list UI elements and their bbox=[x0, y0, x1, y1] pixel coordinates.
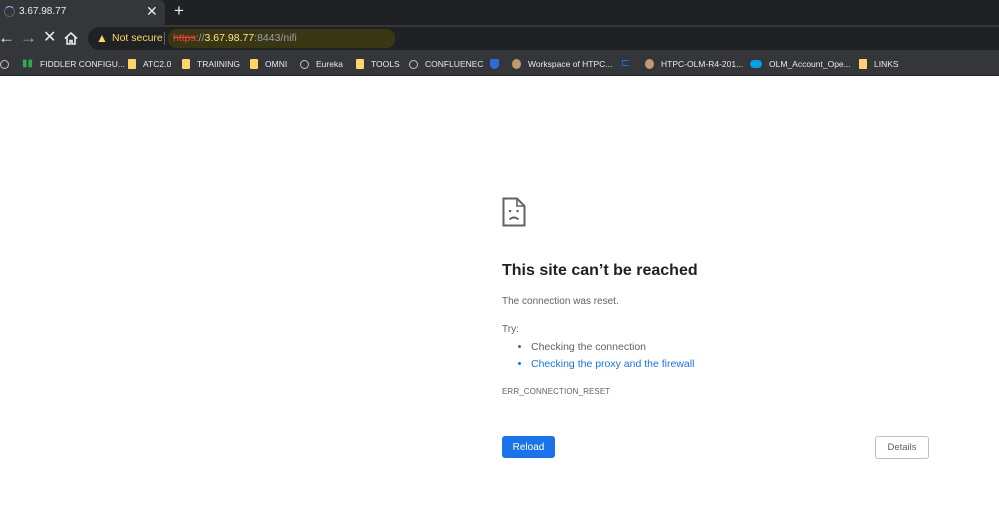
warning-icon[interactable]: ▲ bbox=[96, 30, 108, 46]
bookmark-label: CONFLUENEC bbox=[425, 59, 484, 69]
bookmark-label: Eureka bbox=[316, 59, 343, 69]
globe-icon bbox=[409, 59, 418, 69]
omnibox-divider bbox=[164, 32, 165, 45]
folder-icon bbox=[250, 59, 258, 69]
bookmark-item[interactable]: TOOLS bbox=[356, 57, 400, 71]
bookmark-item[interactable]: Eureka bbox=[300, 57, 343, 71]
details-button[interactable]: Details bbox=[875, 436, 929, 459]
bookmark-item[interactable]: HTPC-OLM-R4-201... bbox=[645, 57, 743, 71]
globe-icon bbox=[300, 59, 309, 69]
address-bar[interactable]: ▲ Not secure https://3.67.98.77:8443/nif… bbox=[88, 27, 999, 50]
face-icon bbox=[645, 59, 654, 69]
new-tab-icon[interactable]: + bbox=[174, 2, 184, 20]
browser-toolbar: ← → ✕ ▲ Not secure https://3.67.98.77:84… bbox=[0, 25, 999, 53]
tab-active[interactable]: 3.67.98.77 ✕ bbox=[0, 0, 165, 25]
security-status-label[interactable]: Not secure bbox=[112, 32, 163, 44]
bookmark-label: ATC2.0 bbox=[143, 59, 172, 69]
folder-icon bbox=[356, 59, 364, 69]
face-icon bbox=[512, 59, 521, 69]
bars-icon: ▮▮ bbox=[22, 58, 34, 69]
url-separator: :// bbox=[195, 32, 205, 44]
url-host: 3.67.98.77 bbox=[204, 32, 255, 44]
bookmarks-bar: ▮▮ FIDDLER CONFIGU... ATC2.0 TRAIINING O… bbox=[0, 53, 999, 76]
bookmark-item[interactable]: CONFLUENEC bbox=[409, 57, 484, 71]
bookmark-item[interactable]: ATC2.0 bbox=[128, 57, 171, 71]
url-scheme: https bbox=[173, 32, 196, 44]
sad-document-icon bbox=[502, 197, 526, 232]
bookmark-label: LINKS bbox=[874, 59, 899, 69]
tab-title: 3.67.98.77 bbox=[19, 6, 67, 17]
bookmark-item[interactable] bbox=[0, 57, 16, 71]
globe-icon bbox=[0, 59, 9, 69]
bracket-icon: ⊏ bbox=[621, 58, 630, 69]
suggestion-check-proxy-link[interactable]: Checking the proxy and the firewall bbox=[531, 356, 694, 373]
bookmark-label: TOOLS bbox=[371, 59, 400, 69]
url-text[interactable]: https://3.67.98.77:8443/nifi bbox=[173, 32, 297, 44]
error-title: This site can’t be reached bbox=[502, 262, 698, 279]
tab-close-icon[interactable]: ✕ bbox=[146, 3, 158, 19]
bookmark-label: HTPC-OLM-R4-201... bbox=[661, 59, 744, 69]
loading-spinner-icon bbox=[4, 6, 15, 17]
bookmark-item[interactable]: OMNI bbox=[250, 57, 287, 71]
folder-icon bbox=[859, 59, 867, 69]
bookmark-label: TRAIINING bbox=[197, 59, 240, 69]
shield-icon bbox=[490, 59, 499, 69]
error-code: ERR_CONNECTION_RESET bbox=[502, 387, 611, 396]
stop-loading-icon[interactable]: ✕ bbox=[43, 28, 56, 48]
bookmark-label: Workspace of HTPC... bbox=[528, 59, 613, 69]
bookmark-item[interactable]: Workspace of HTPC... bbox=[512, 57, 612, 71]
home-icon-svg bbox=[64, 31, 78, 45]
url-path: :8443/nifi bbox=[254, 32, 297, 44]
reload-button[interactable]: Reload bbox=[502, 436, 555, 458]
bookmark-item[interactable]: TRAIINING bbox=[182, 57, 240, 71]
suggestion-list: Checking the connection Checking the pro… bbox=[502, 339, 694, 373]
cloud-icon bbox=[750, 60, 762, 68]
try-label: Try: bbox=[502, 324, 519, 335]
tab-strip: 3.67.98.77 ✕ + bbox=[0, 0, 999, 25]
bookmark-item[interactable]: OLM_Account_Ope... bbox=[750, 57, 851, 71]
forward-arrow-icon[interactable]: → bbox=[20, 28, 37, 48]
bookmark-item[interactable]: LINKS bbox=[859, 57, 899, 71]
bookmark-label: OMNI bbox=[265, 59, 288, 69]
bookmark-item[interactable]: ▮▮ FIDDLER CONFIGU... bbox=[22, 57, 125, 71]
error-description: The connection was reset. bbox=[502, 296, 619, 307]
home-icon[interactable] bbox=[64, 30, 78, 50]
back-arrow-icon[interactable]: ← bbox=[0, 28, 15, 48]
bookmark-item[interactable]: ⊏ bbox=[621, 57, 636, 71]
bookmark-label: OLM_Account_Ope... bbox=[769, 59, 851, 69]
bookmark-label: FIDDLER CONFIGU... bbox=[40, 59, 126, 69]
folder-icon bbox=[128, 59, 136, 69]
folder-icon bbox=[182, 59, 190, 69]
bookmark-item[interactable] bbox=[490, 57, 506, 71]
suggestion-check-connection: Checking the connection bbox=[531, 339, 694, 356]
